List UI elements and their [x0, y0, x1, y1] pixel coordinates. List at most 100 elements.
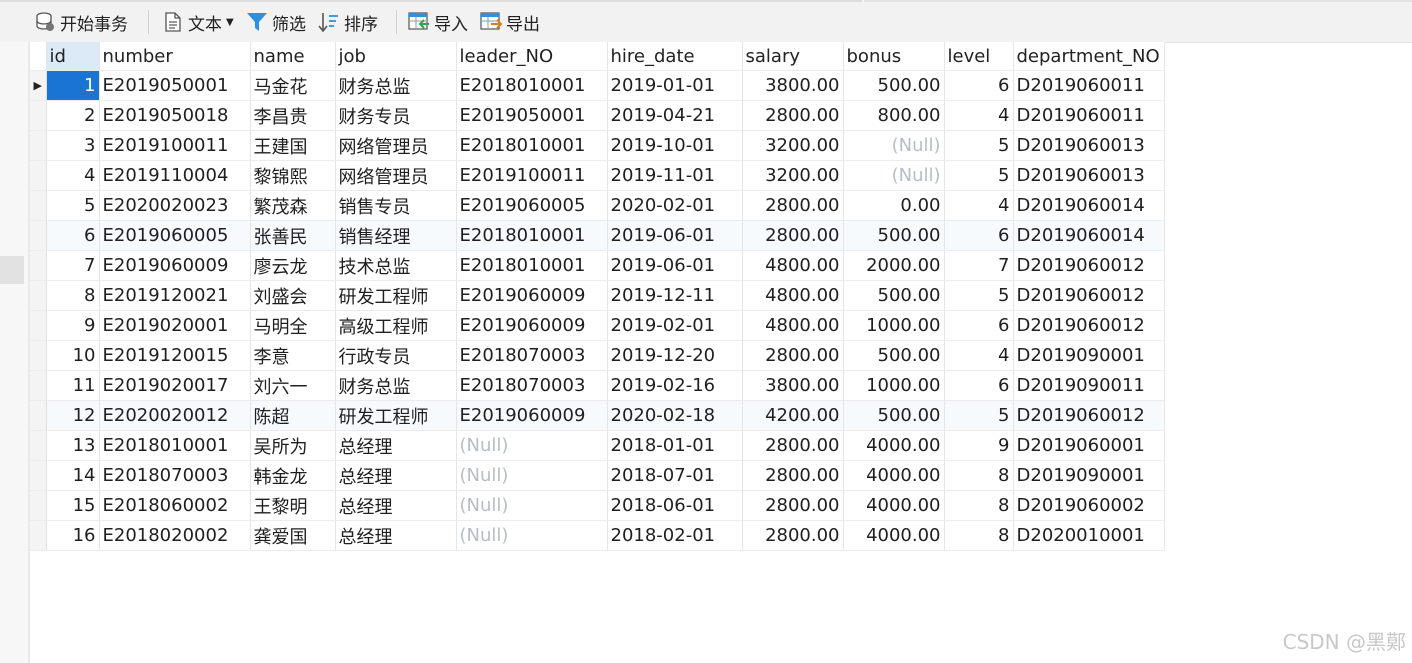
cell-leader-no[interactable]: E2018010001 [456, 130, 608, 161]
row-marker[interactable] [30, 490, 47, 521]
table-row[interactable]: 15 E2018060002 王黎明 总经理 (Null) 2018-06-01 2800.… [30, 490, 1165, 521]
cell-leader-no[interactable]: E2019060005 [456, 190, 608, 221]
cell-leader-no[interactable]: E2018010001 [456, 220, 608, 251]
column-header-leader-no[interactable]: leader_NO [456, 42, 608, 71]
cell-id[interactable]: 13 [46, 430, 100, 461]
text-button[interactable]: 文本 ▼ [162, 8, 234, 36]
cell-leader-no[interactable]: E2019100011 [456, 160, 608, 191]
cell-department-no[interactable]: D2019060011 [1013, 70, 1165, 101]
cell-salary[interactable]: 2800.00 [742, 460, 844, 491]
cell-level[interactable]: 4 [944, 100, 1014, 131]
cell-name[interactable]: 李昌贵 [250, 100, 336, 131]
row-marker[interactable] [30, 190, 47, 221]
cell-number[interactable]: E2019060009 [99, 250, 251, 281]
cell-department-no[interactable]: D2019060012 [1013, 310, 1165, 341]
cell-leader-no[interactable]: (Null) [456, 520, 608, 551]
cell-bonus[interactable]: 500.00 [843, 340, 945, 371]
cell-leader-no[interactable]: (Null) [456, 460, 608, 491]
column-header-job[interactable]: job [335, 42, 457, 71]
cell-id[interactable]: 10 [46, 340, 100, 371]
row-marker[interactable] [30, 130, 47, 161]
cell-hire-date[interactable]: 2019-02-01 [607, 310, 743, 341]
cell-department-no[interactable]: D2019060014 [1013, 190, 1165, 221]
row-marker[interactable] [30, 310, 47, 341]
cell-job[interactable]: 总经理 [335, 520, 457, 551]
cell-job[interactable]: 行政专员 [335, 340, 457, 371]
table-row[interactable]: 8 E2019120021 刘盛会 研发工程师 E2019060009 2019-12-1… [30, 280, 1165, 311]
table-row[interactable]: 9 E2019020001 马明全 高级工程师 E2019060009 2019-02-0… [30, 310, 1165, 341]
cell-salary[interactable]: 2800.00 [742, 220, 844, 251]
cell-hire-date[interactable]: 2019-10-01 [607, 130, 743, 161]
cell-number[interactable]: E2018010001 [99, 430, 251, 461]
cell-hire-date[interactable]: 2019-06-01 [607, 250, 743, 281]
table-row[interactable]: 13 E2018010001 吴所为 总经理 (Null) 2018-01-01 2800.… [30, 430, 1165, 461]
cell-job[interactable]: 技术总监 [335, 250, 457, 281]
cell-leader-no[interactable]: E2019060009 [456, 280, 608, 311]
cell-salary[interactable]: 3800.00 [742, 70, 844, 101]
table-row[interactable]: 16 E2018020002 龚爱国 总经理 (Null) 2018-02-01 2800.… [30, 520, 1165, 551]
row-marker[interactable] [30, 340, 47, 371]
cell-bonus[interactable]: 1000.00 [843, 370, 945, 401]
row-marker[interactable] [30, 430, 47, 461]
cell-salary[interactable]: 3200.00 [742, 160, 844, 191]
table-row[interactable]: 3 E2019100011 王建国 网络管理员 E2018010001 2019-10-0… [30, 130, 1165, 161]
cell-name[interactable]: 张善民 [250, 220, 336, 251]
cell-department-no[interactable]: D2019060012 [1013, 400, 1165, 431]
cell-name[interactable]: 王建国 [250, 130, 336, 161]
cell-bonus[interactable]: 4000.00 [843, 430, 945, 461]
cell-bonus[interactable]: (Null) [843, 160, 945, 191]
row-marker[interactable] [30, 250, 47, 281]
cell-salary[interactable]: 2800.00 [742, 520, 844, 551]
cell-hire-date[interactable]: 2019-01-01 [607, 70, 743, 101]
cell-number[interactable]: E2019120015 [99, 340, 251, 371]
cell-leader-no[interactable]: E2019060009 [456, 310, 608, 341]
cell-hire-date[interactable]: 2019-12-11 [607, 280, 743, 311]
cell-bonus[interactable]: 0.00 [843, 190, 945, 221]
cell-department-no[interactable]: D2019090001 [1013, 340, 1165, 371]
cell-id[interactable]: 7 [46, 250, 100, 281]
cell-number[interactable]: E2019100011 [99, 130, 251, 161]
cell-hire-date[interactable]: 2020-02-01 [607, 190, 743, 221]
import-button[interactable]: 导入 [408, 8, 468, 36]
cell-leader-no[interactable]: E2018070003 [456, 370, 608, 401]
cell-id[interactable]: 8 [46, 280, 100, 311]
cell-department-no[interactable]: D2019090001 [1013, 460, 1165, 491]
cell-job[interactable]: 网络管理员 [335, 130, 457, 161]
cell-id[interactable]: 12 [46, 400, 100, 431]
cell-id[interactable]: 15 [46, 490, 100, 521]
cell-level[interactable]: 9 [944, 430, 1014, 461]
row-marker[interactable] [30, 400, 47, 431]
cell-name[interactable]: 王黎明 [250, 490, 336, 521]
cell-bonus[interactable]: 1000.00 [843, 310, 945, 341]
sort-button[interactable]: 排序 [318, 8, 378, 36]
cell-hire-date[interactable]: 2018-01-01 [607, 430, 743, 461]
cell-number[interactable]: E2019060005 [99, 220, 251, 251]
cell-id[interactable]: 11 [46, 370, 100, 401]
cell-hire-date[interactable]: 2019-06-01 [607, 220, 743, 251]
row-marker[interactable] [30, 280, 47, 311]
row-marker[interactable] [30, 460, 47, 491]
cell-id[interactable]: 2 [46, 100, 100, 131]
cell-bonus[interactable]: 500.00 [843, 280, 945, 311]
cell-name[interactable]: 刘盛会 [250, 280, 336, 311]
column-header-id[interactable]: id [46, 42, 100, 71]
cell-name[interactable]: 刘六一 [250, 370, 336, 401]
cell-hire-date[interactable]: 2019-11-01 [607, 160, 743, 191]
cell-bonus[interactable]: 500.00 [843, 70, 945, 101]
cell-bonus[interactable]: 500.00 [843, 400, 945, 431]
table-row[interactable]: 12 E2020020012 陈超 研发工程师 E2019060009 2020-02-1… [30, 400, 1165, 431]
table-row[interactable]: 5 E2020020023 繁茂森 销售专员 E2019060005 2020-02-01… [30, 190, 1165, 221]
cell-level[interactable]: 6 [944, 70, 1014, 101]
table-row[interactable]: 7 E2019060009 廖云龙 技术总监 E2018010001 2019-06-01… [30, 250, 1165, 281]
column-header-bonus[interactable]: bonus [843, 42, 945, 71]
cell-department-no[interactable]: D2019060012 [1013, 250, 1165, 281]
cell-number[interactable]: E2018020002 [99, 520, 251, 551]
table-row[interactable]: ▶ 1 E2019050001 马金花 财务总监 E2018010001 2019-01-0… [30, 70, 1165, 101]
cell-department-no[interactable]: D2019060013 [1013, 130, 1165, 161]
cell-job[interactable]: 总经理 [335, 430, 457, 461]
cell-number[interactable]: E2020020023 [99, 190, 251, 221]
cell-job[interactable]: 研发工程师 [335, 280, 457, 311]
cell-department-no[interactable]: D2020010001 [1013, 520, 1165, 551]
cell-level[interactable]: 5 [944, 400, 1014, 431]
cell-job[interactable]: 财务总监 [335, 370, 457, 401]
